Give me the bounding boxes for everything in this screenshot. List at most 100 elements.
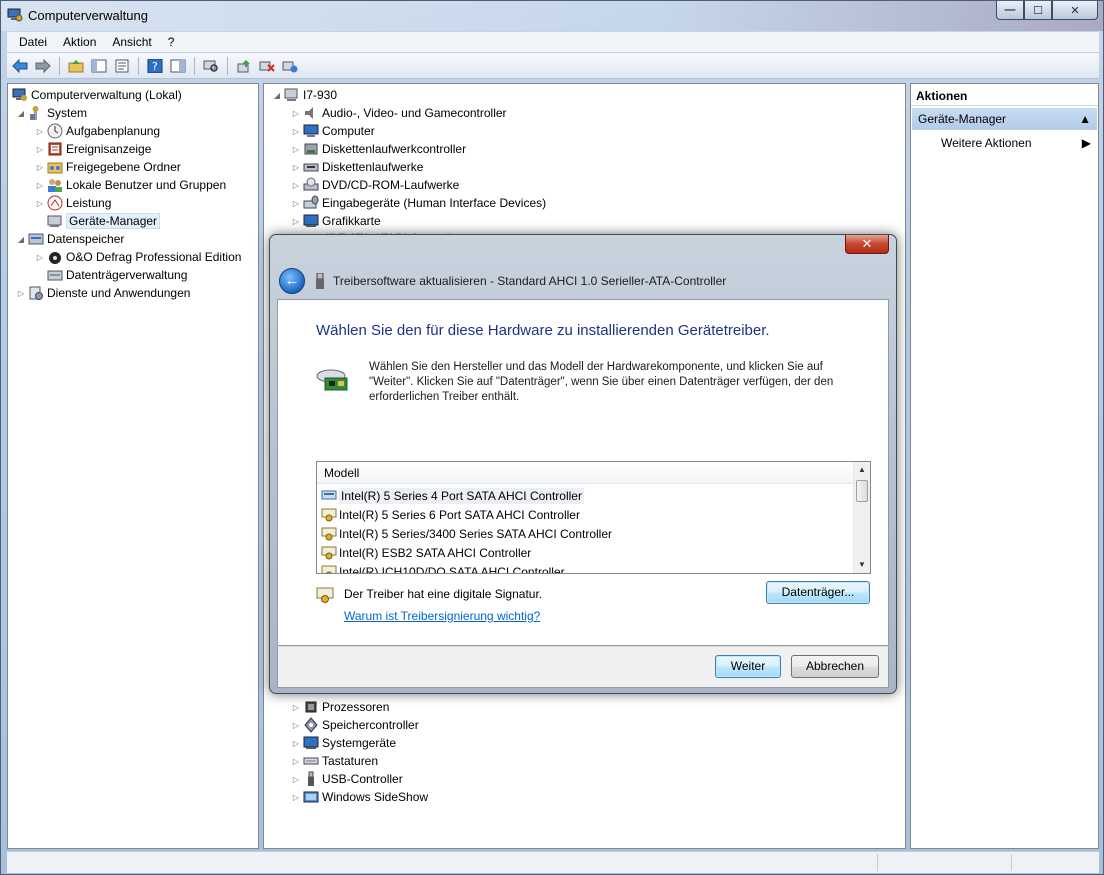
menu-help[interactable]: ? bbox=[160, 35, 183, 49]
expand-arrow-icon[interactable]: ▷ bbox=[291, 757, 301, 766]
minimize-button[interactable]: — bbox=[996, 1, 1024, 20]
dialog-close-button[interactable]: ✕ bbox=[845, 235, 889, 254]
expand-arrow-icon[interactable]: ▷ bbox=[291, 127, 301, 136]
expand-arrow-icon[interactable]: ▷ bbox=[291, 739, 301, 748]
device-category[interactable]: ▷ Windows SideShow bbox=[291, 788, 428, 806]
update-driver-icon[interactable] bbox=[234, 56, 254, 76]
expand-arrow-icon[interactable]: ▷ bbox=[291, 145, 301, 154]
tree-item-oo-defrag[interactable]: ▷ O&O Defrag Professional Edition bbox=[35, 248, 241, 266]
menu-datei[interactable]: Datei bbox=[11, 35, 55, 49]
expand-arrow-icon[interactable]: ▷ bbox=[291, 703, 301, 712]
scroll-thumb[interactable] bbox=[856, 480, 868, 502]
title-bar[interactable]: Computerverwaltung — ☐ ✕ bbox=[1, 1, 1103, 31]
submenu-arrow-icon: ▶ bbox=[1081, 136, 1091, 150]
expand-arrow-icon[interactable]: ▷ bbox=[291, 793, 301, 802]
list-item[interactable]: Intel(R) 5 Series 6 Port SATA AHCI Contr… bbox=[320, 505, 580, 524]
device-category[interactable]: ▷ Systemgeräte bbox=[291, 734, 396, 752]
enable-device-icon[interactable] bbox=[280, 56, 300, 76]
dialog-title: Treibersoftware aktualisieren - Standard… bbox=[333, 274, 727, 288]
menu-ansicht[interactable]: Ansicht bbox=[104, 35, 159, 49]
collapse-arrow-icon[interactable]: ◢ bbox=[272, 91, 282, 100]
tree-item-geraete-manager[interactable]: Geräte-Manager bbox=[45, 212, 161, 230]
tree-item-root[interactable]: Computerverwaltung (Lokal) bbox=[10, 86, 182, 104]
scroll-up-arrow-icon[interactable]: ▲ bbox=[854, 462, 870, 478]
up-folder-icon[interactable] bbox=[66, 56, 86, 76]
more-actions-item[interactable]: Weitere Aktionen ▶ bbox=[941, 136, 1091, 150]
expand-arrow-icon[interactable]: ▷ bbox=[35, 163, 45, 172]
scan-hardware-icon[interactable] bbox=[201, 56, 221, 76]
back-icon[interactable] bbox=[10, 56, 30, 76]
device-category[interactable]: ▷ DVD/CD-ROM-Laufwerke bbox=[291, 176, 459, 194]
processor-icon bbox=[303, 699, 319, 715]
hid-icon bbox=[303, 195, 319, 211]
tree-item-leistung[interactable]: ▷ Leistung bbox=[35, 194, 111, 212]
tree-item-freigegebene-ordner[interactable]: ▷ Freigegebene Ordner bbox=[35, 158, 181, 176]
expand-arrow-icon[interactable]: ▷ bbox=[35, 127, 45, 136]
device-category[interactable]: ▷ Tastaturen bbox=[291, 752, 378, 770]
tree-item-datenspeicher[interactable]: ◢ Datenspeicher bbox=[16, 230, 124, 248]
signature-info-link[interactable]: Warum ist Treibersignierung wichtig? bbox=[344, 609, 540, 623]
tree-item-ereignisanzeige[interactable]: ▷ Ereignisanzeige bbox=[35, 140, 151, 158]
signature-status: Der Treiber hat eine digitale Signatur. bbox=[344, 587, 543, 601]
computer-management-icon bbox=[7, 8, 23, 22]
menu-aktion[interactable]: Aktion bbox=[55, 35, 104, 49]
next-button[interactable]: Weiter bbox=[715, 655, 781, 678]
list-item[interactable]: Intel(R) ESB2 SATA AHCI Controller bbox=[320, 543, 531, 562]
device-category[interactable]: ▷ Audio-, Video- und Gamecontroller bbox=[291, 104, 507, 122]
expand-arrow-icon[interactable]: ▷ bbox=[16, 289, 26, 298]
list-item[interactable]: Intel(R) ICH10D/DO SATA AHCI Controller bbox=[320, 562, 565, 573]
expand-arrow-icon[interactable]: ▷ bbox=[291, 775, 301, 784]
signed-driver-icon bbox=[321, 526, 337, 542]
defrag-icon bbox=[47, 249, 63, 265]
list-header-modell[interactable]: Modell bbox=[317, 462, 854, 484]
device-category[interactable]: ▷ Computer bbox=[291, 122, 375, 140]
collapse-arrow-icon[interactable]: ◢ bbox=[16, 235, 26, 244]
device-category[interactable]: ▷ USB-Controller bbox=[291, 770, 403, 788]
signed-driver-icon bbox=[321, 507, 337, 523]
show-action-pane-icon[interactable] bbox=[168, 56, 188, 76]
collapse-up-icon[interactable]: ▲ bbox=[1079, 112, 1091, 126]
device-root[interactable]: ◢ I7-930 bbox=[272, 86, 337, 104]
svg-text:?: ? bbox=[152, 60, 158, 73]
tree-item-dienste[interactable]: ▷ Dienste und Anwendungen bbox=[16, 284, 190, 302]
uninstall-icon[interactable] bbox=[257, 56, 277, 76]
expand-arrow-icon[interactable]: ▷ bbox=[291, 721, 301, 730]
help-icon[interactable]: ? bbox=[145, 56, 165, 76]
expand-arrow-icon[interactable]: ▷ bbox=[35, 181, 45, 190]
have-disk-button[interactable]: Datenträger... bbox=[766, 581, 870, 604]
list-item[interactable]: Intel(R) 5 Series 4 Port SATA AHCI Contr… bbox=[320, 486, 584, 505]
expand-arrow-icon[interactable]: ▷ bbox=[291, 217, 301, 226]
expand-arrow-icon[interactable]: ▷ bbox=[291, 181, 301, 190]
expand-arrow-icon[interactable]: ▷ bbox=[35, 145, 45, 154]
console-tree: Computerverwaltung (Lokal) ◢ System ▷ Au… bbox=[7, 83, 259, 849]
device-category[interactable]: ▷ Eingabegeräte (Human Interface Devices… bbox=[291, 194, 546, 212]
expand-arrow-icon[interactable]: ▷ bbox=[291, 199, 301, 208]
tree-item-lokale-benutzer[interactable]: ▷ Lokale Benutzer und Gruppen bbox=[35, 176, 226, 194]
tree-item-datentraegerverwaltung[interactable]: Datenträgerverwaltung bbox=[45, 266, 187, 284]
actions-group-header[interactable]: Geräte-Manager ▲ bbox=[912, 108, 1097, 130]
back-arrow-icon[interactable]: ← bbox=[279, 268, 305, 294]
model-listbox[interactable]: Modell Intel(R) 5 Series 4 Port SATA AHC… bbox=[316, 461, 871, 574]
cancel-button[interactable]: Abbrechen bbox=[791, 655, 879, 678]
device-category[interactable]: ▷ Diskettenlaufwerkcontroller bbox=[291, 140, 466, 158]
device-category[interactable]: ▷ Speichercontroller bbox=[291, 716, 419, 734]
expand-arrow-icon[interactable]: ▷ bbox=[291, 109, 301, 118]
device-category[interactable]: ▷ Prozessoren bbox=[291, 698, 389, 716]
device-category[interactable]: ▷ Grafikkarte bbox=[291, 212, 381, 230]
device-category[interactable]: ▷ Diskettenlaufwerke bbox=[291, 158, 423, 176]
tree-item-system[interactable]: ◢ System bbox=[16, 104, 87, 122]
list-item[interactable]: Intel(R) 5 Series/3400 Series SATA AHCI … bbox=[320, 524, 612, 543]
expand-arrow-icon[interactable]: ▷ bbox=[291, 163, 301, 172]
maximize-button[interactable]: ☐ bbox=[1024, 1, 1052, 20]
properties-icon[interactable] bbox=[112, 56, 132, 76]
usb-connector-icon bbox=[316, 273, 324, 289]
expand-arrow-icon[interactable]: ▷ bbox=[35, 199, 45, 208]
forward-icon[interactable] bbox=[33, 56, 53, 76]
list-scrollbar[interactable]: ▲ ▼ bbox=[853, 462, 870, 573]
scroll-down-arrow-icon[interactable]: ▼ bbox=[854, 557, 870, 573]
expand-arrow-icon[interactable]: ▷ bbox=[35, 253, 45, 262]
show-hide-console-tree-icon[interactable] bbox=[89, 56, 109, 76]
close-button[interactable]: ✕ bbox=[1052, 1, 1098, 20]
collapse-arrow-icon[interactable]: ◢ bbox=[16, 109, 26, 118]
tree-item-aufgabenplanung[interactable]: ▷ Aufgabenplanung bbox=[35, 122, 160, 140]
